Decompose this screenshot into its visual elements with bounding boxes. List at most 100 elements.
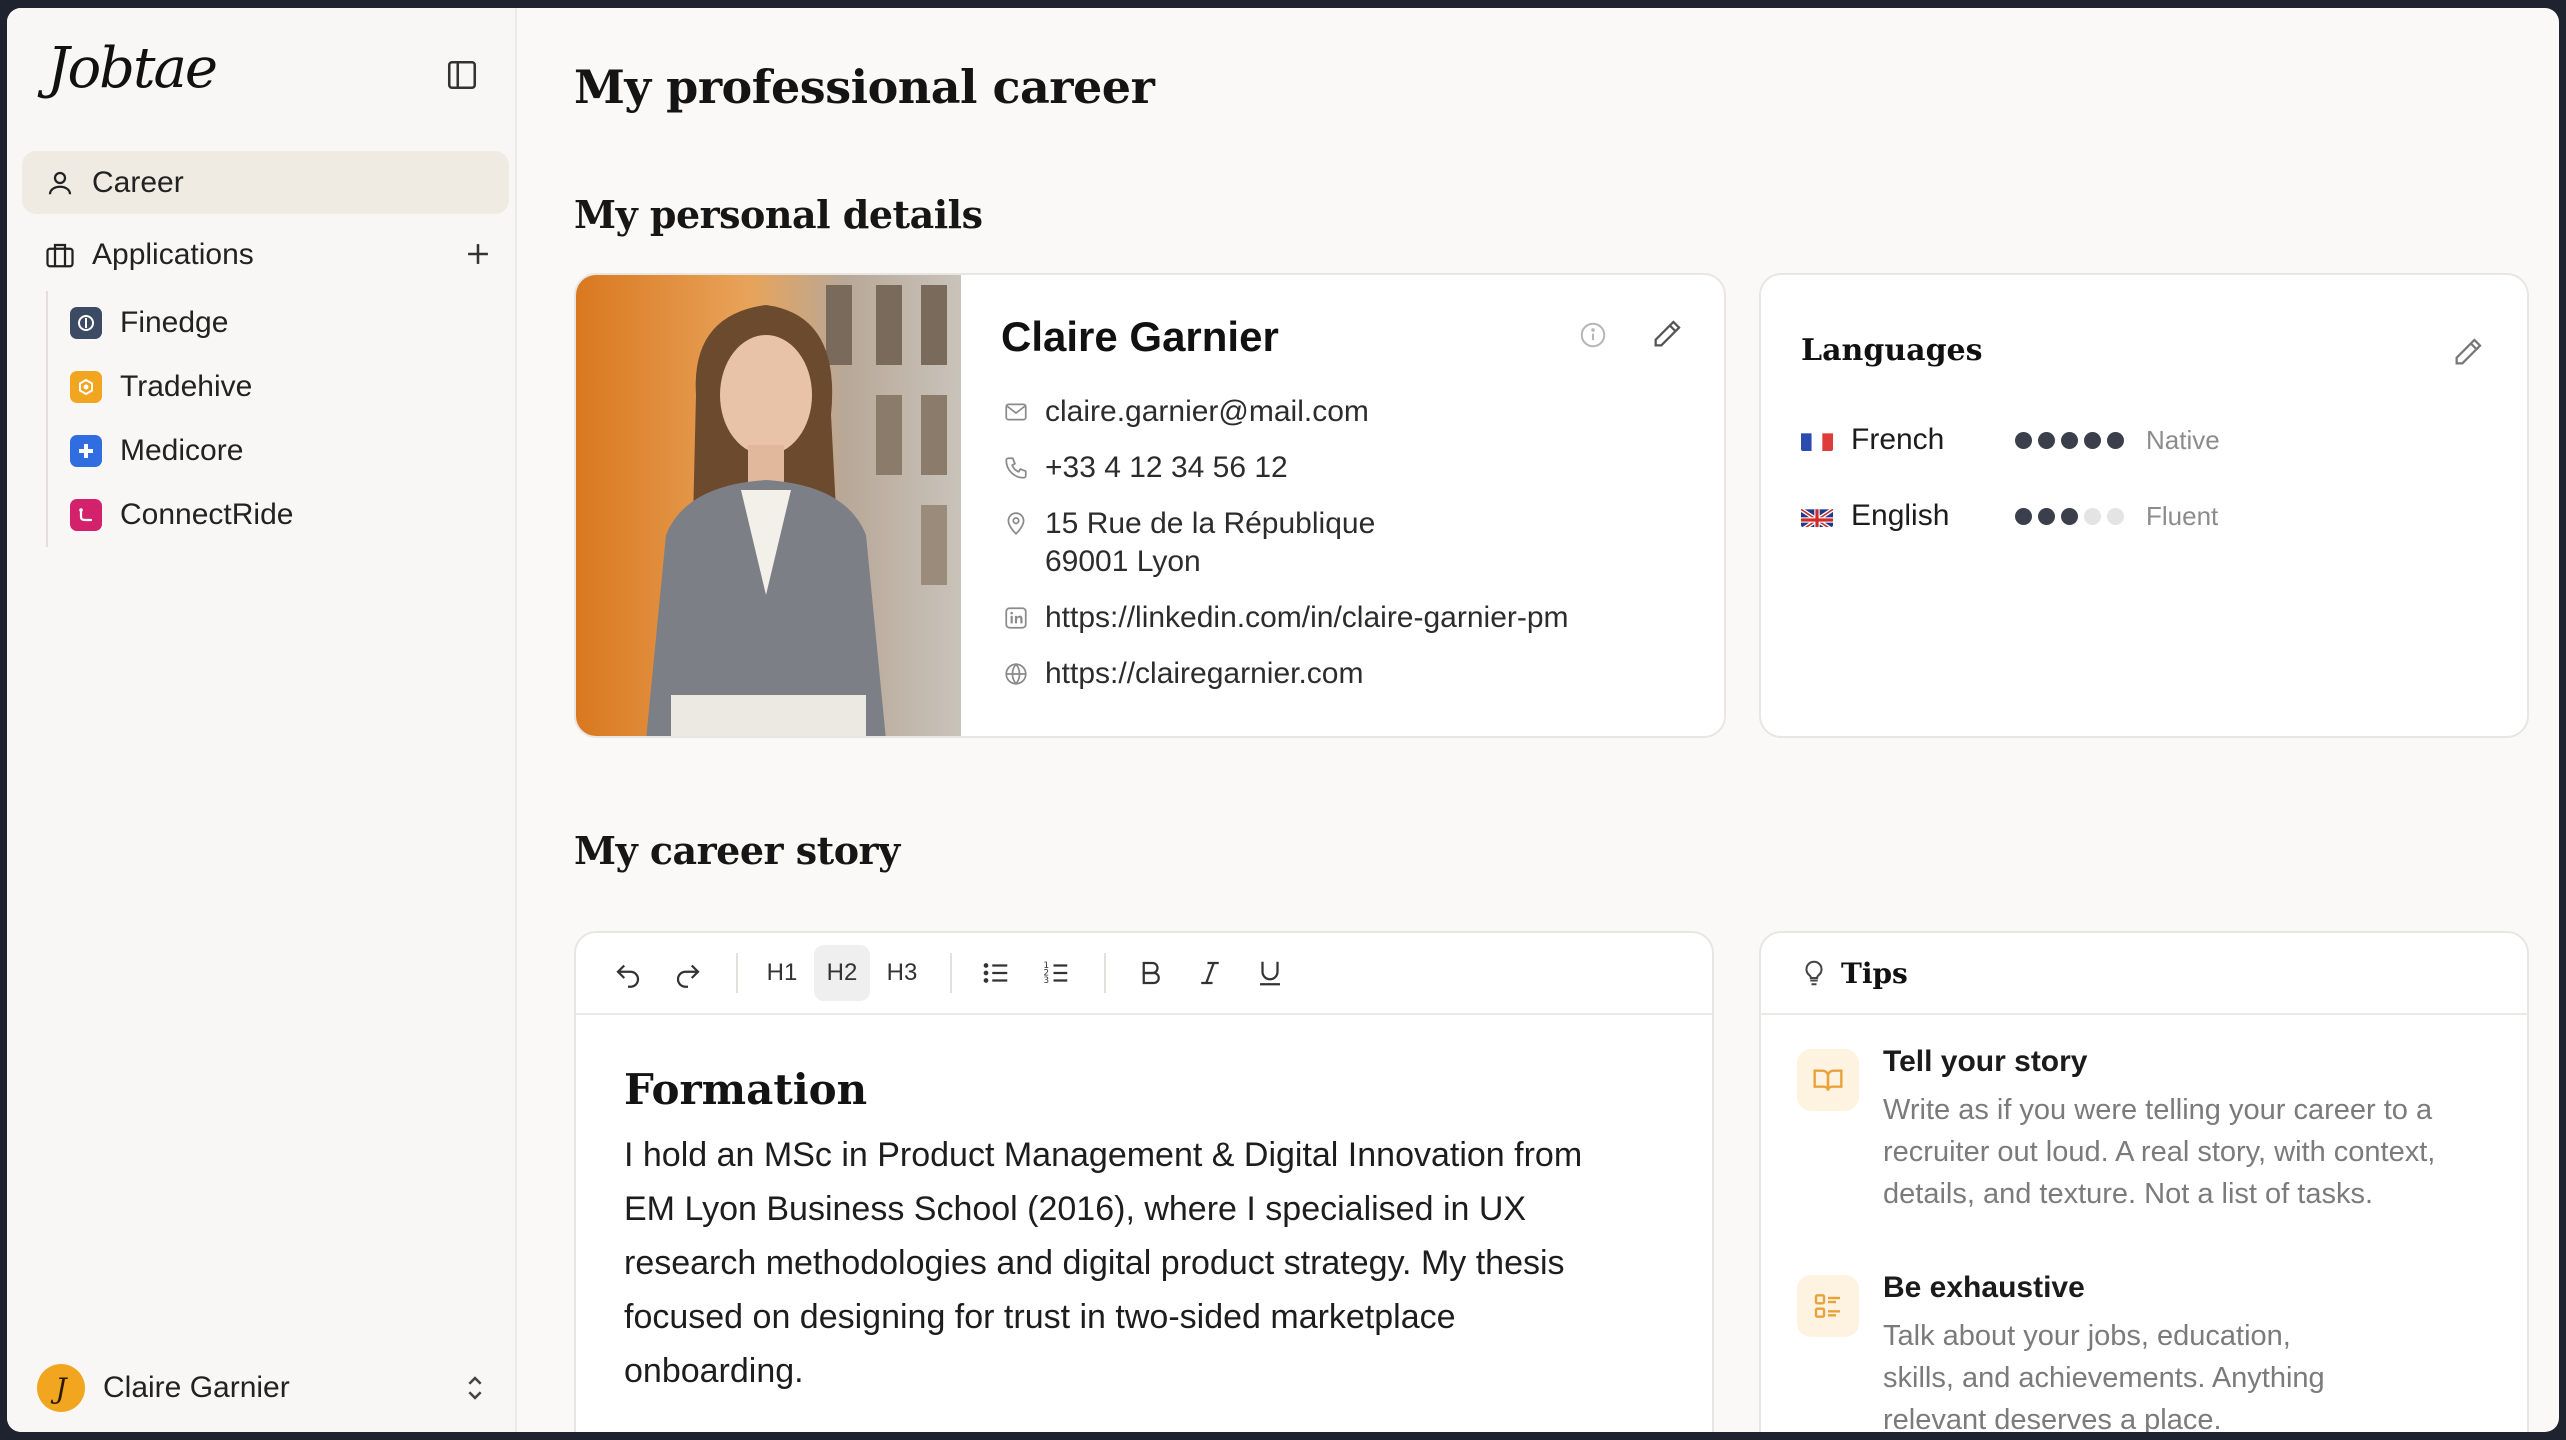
toolbar-divider <box>736 953 738 993</box>
paragraph-line: focused on designing for trust in two-si… <box>624 1298 1456 1336</box>
sidebar-item-applications[interactable]: Applications <box>22 223 509 286</box>
sidebar-item-tradehive[interactable]: Tradehive <box>70 355 506 419</box>
profile-photo <box>576 275 961 736</box>
numbered-list-button[interactable]: 123 <box>1028 945 1084 1001</box>
avatar: J <box>37 1364 85 1412</box>
paragraph-line: I hold an MSc in Product Management & Di… <box>624 1136 1583 1174</box>
editor-content[interactable]: Formation I hold an MSc in Product Manag… <box>576 1015 1712 1398</box>
tips-card: Tips Tell your story Write as if you wer… <box>1759 931 2529 1432</box>
tip-title: Tell your story <box>1883 1045 2088 1078</box>
bold-button[interactable] <box>1122 945 1178 1001</box>
page-title: My professional career <box>574 60 1155 114</box>
sidebar: Jobtae Career Applications Finedge Trade… <box>7 8 517 1432</box>
contact-list: claire.garnier@mail.com +33 4 12 34 56 1… <box>1001 393 1569 711</box>
italic-button[interactable] <box>1182 945 1238 1001</box>
sidebar-nav: Career Applications Finedge Tradehive Me… <box>22 151 509 547</box>
sidebar-item-medicore[interactable]: Medicore <box>70 419 506 483</box>
language-level: Fluent <box>2146 500 2219 531</box>
sidebar-item-connectride[interactable]: ConnectRide <box>70 483 506 547</box>
sidebar-item-label: Medicore <box>120 434 244 467</box>
profile-name: Claire Garnier <box>1001 313 1279 360</box>
toolbar-divider <box>950 953 952 993</box>
sidebar-item-label: Career <box>92 165 184 199</box>
tip-line: skills, and achievements. Anything <box>1883 1362 2325 1394</box>
contact-linkedin[interactable]: https://linkedin.com/in/claire-garnier-p… <box>1001 599 1569 637</box>
language-row-english[interactable]: English Fluent <box>1801 496 2218 536</box>
globe-icon <box>1001 655 1031 693</box>
user-menu[interactable]: J Claire Garnier <box>37 1360 492 1416</box>
tip-title: Be exhaustive <box>1883 1271 2085 1304</box>
dot <box>2015 507 2032 525</box>
tips-title: Tips <box>1841 956 1908 990</box>
list-check-icon <box>1797 1275 1859 1337</box>
dot <box>2084 507 2101 525</box>
language-row-french[interactable]: French Native <box>1801 420 2220 460</box>
contact-email[interactable]: claire.garnier@mail.com <box>1001 393 1569 431</box>
tip-line: recruiter out loud. A real story, with c… <box>1883 1136 2436 1168</box>
edit-profile-icon[interactable] <box>1650 317 1684 351</box>
website-value: https://clairegarnier.com <box>1045 657 1364 690</box>
main-content: My professional career My personal detai… <box>519 8 2559 1432</box>
profile-card: Claire Garnier claire.garnier@mail.com +… <box>574 273 1726 738</box>
linkedin-icon <box>1001 599 1031 637</box>
finedge-logo-icon <box>70 307 102 339</box>
languages-title: Languages <box>1801 333 1983 368</box>
sidebar-toggle-icon[interactable] <box>445 58 479 92</box>
toolbar-divider <box>1104 953 1106 993</box>
language-name: French <box>1851 423 1945 456</box>
sidebar-item-career[interactable]: Career <box>22 151 509 214</box>
tip-item: Be exhaustive Talk about your jobs, educ… <box>1797 1271 2503 1432</box>
heading-1-button[interactable]: H1 <box>754 945 810 1001</box>
chevron-updown-icon <box>458 1370 492 1406</box>
address-line-1: 15 Rue de la République <box>1045 507 1376 540</box>
user-name: Claire Garnier <box>103 1371 290 1404</box>
lightbulb-icon <box>1799 958 1829 988</box>
dot <box>2084 431 2101 449</box>
contact-address[interactable]: 15 Rue de la République 69001 Lyon <box>1001 505 1569 581</box>
dot <box>2107 507 2124 525</box>
tip-text: Talk about your jobs, education, skills,… <box>1883 1315 2503 1432</box>
app-logo[interactable]: Jobtae <box>47 36 218 101</box>
book-open-icon <box>1797 1049 1859 1111</box>
tip-item: Tell your story Write as if you were tel… <box>1797 1045 2503 1215</box>
sidebar-item-label: ConnectRide <box>120 498 294 531</box>
tradehive-logo-icon <box>70 371 102 403</box>
editor-heading: Formation <box>624 1065 868 1114</box>
add-application-icon[interactable] <box>461 237 495 271</box>
france-flag-icon <box>1801 429 1833 451</box>
tip-text: Write as if you were telling your career… <box>1883 1089 2503 1215</box>
dot <box>2061 507 2078 525</box>
sidebar-item-finedge[interactable]: Finedge <box>70 291 506 355</box>
contact-phone[interactable]: +33 4 12 34 56 12 <box>1001 449 1569 487</box>
sidebar-item-label: Finedge <box>120 306 229 339</box>
sidebar-item-label: Applications <box>92 237 254 271</box>
linkedin-value: https://linkedin.com/in/claire-garnier-p… <box>1045 601 1569 634</box>
bullet-list-button[interactable] <box>968 945 1024 1001</box>
underline-button[interactable] <box>1242 945 1298 1001</box>
undo-button[interactable] <box>600 945 656 1001</box>
user-icon <box>44 167 76 199</box>
heading-3-button[interactable]: H3 <box>874 945 930 1001</box>
career-story-editor: H1 H2 H3 123 Formation I hold an MSc in … <box>574 931 1714 1432</box>
heading-2-button[interactable]: H2 <box>814 945 870 1001</box>
phone-value: +33 4 12 34 56 12 <box>1045 451 1288 484</box>
paragraph-line: onboarding. <box>624 1352 804 1390</box>
contact-website[interactable]: https://clairegarnier.com <box>1001 655 1569 693</box>
phone-icon <box>1001 449 1031 487</box>
info-icon[interactable] <box>1578 320 1608 350</box>
editor-toolbar: H1 H2 H3 123 <box>576 933 1712 1015</box>
editor-paragraph: I hold an MSc in Product Management & Di… <box>624 1128 1664 1398</box>
tips-header: Tips <box>1761 933 2527 1015</box>
medicore-logo-icon <box>70 435 102 467</box>
tip-line: details, and texture. Not a list of task… <box>1883 1178 2374 1210</box>
paragraph-line: research methodologies and digital produ… <box>624 1244 1565 1282</box>
language-name: English <box>1851 499 1950 532</box>
edit-languages-icon[interactable] <box>2451 335 2485 369</box>
dot <box>2038 507 2055 525</box>
redo-button[interactable] <box>660 945 716 1001</box>
map-pin-icon <box>1001 505 1031 543</box>
briefcase-icon <box>44 239 76 271</box>
tip-line: relevant deserves a place. <box>1883 1404 2222 1432</box>
personal-details-heading: My personal details <box>574 192 983 237</box>
proficiency-dots <box>2015 507 2124 525</box>
